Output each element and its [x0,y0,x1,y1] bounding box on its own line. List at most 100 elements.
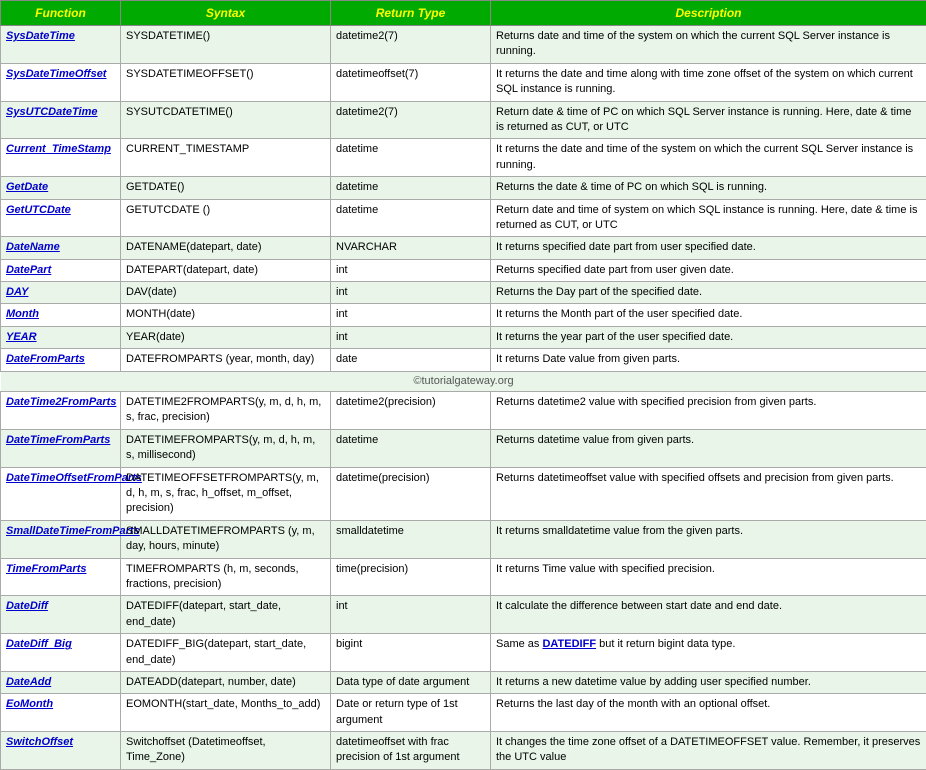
return-type-value: datetime [331,139,491,177]
function-name[interactable]: DateFromParts [1,349,121,371]
header-syntax: Syntax [121,1,331,26]
syntax-value: DAV(date) [121,282,331,304]
syntax-value: EOMONTH(start_date, Months_to_add) [121,694,331,732]
description-value: Returns datetime2 value with specified p… [491,392,926,430]
return-type-value: datetime [331,199,491,237]
function-name[interactable]: SysDateTime [1,26,121,64]
description-value: Returns datetimeoffset value with specif… [491,467,926,520]
table-row: SysDateTimeSYSDATETIME()datetime2(7)Retu… [1,26,926,64]
description-value: Return date and time of system on which … [491,199,926,237]
syntax-value: YEAR(date) [121,326,331,348]
table-row: GetDateGETDATE()datetimeReturns the date… [1,177,926,199]
return-type-value: int [331,596,491,634]
return-type-value: int [331,304,491,326]
function-name[interactable]: GetDate [1,177,121,199]
function-name[interactable]: DateTimeFromParts [1,429,121,467]
header-function: Function [1,1,121,26]
function-name[interactable]: DAY [1,282,121,304]
return-type-value: date [331,349,491,371]
return-type-value: int [331,282,491,304]
function-name[interactable]: Current_TimeStamp [1,139,121,177]
syntax-value: DATEFROMPARTS (year, month, day) [121,349,331,371]
syntax-value: SYSDATETIMEOFFSET() [121,63,331,101]
return-type-value: datetime(precision) [331,467,491,520]
syntax-value: SMALLDATETIMEFROMPARTS (y, m, day, hours… [121,520,331,558]
function-name[interactable]: DatePart [1,259,121,281]
description-value: Return date & time of PC on which SQL Se… [491,101,926,139]
header-return: Return Type [331,1,491,26]
function-name[interactable]: DateTimeOffsetFromParts [1,467,121,520]
syntax-value: TIMEFROMPARTS (h, m, seconds, fractions,… [121,558,331,596]
syntax-value: MONTH(date) [121,304,331,326]
datediff-link[interactable]: DATEDIFF [542,638,596,650]
syntax-value: GETUTCDATE () [121,199,331,237]
syntax-value: SYSUTCDATETIME() [121,101,331,139]
return-type-value: datetimeoffset(7) [331,63,491,101]
function-name[interactable]: SmallDateTimeFromParts [1,520,121,558]
table-row: DateNameDATENAME(datepart, date)NVARCHAR… [1,237,926,259]
watermark: ©tutorialgateway.org [1,371,926,391]
function-name[interactable]: DateName [1,237,121,259]
description-value: Returns the Day part of the specified da… [491,282,926,304]
description-value: It returns specified date part from user… [491,237,926,259]
function-name[interactable]: Month [1,304,121,326]
description-value: It changes the time zone offset of a DAT… [491,732,926,770]
syntax-value: DATETIMEOFFSETFROMPARTS(y, m, d, h, m, s… [121,467,331,520]
description-value: It returns Date value from given parts. [491,349,926,371]
description-value: It returns the Month part of the user sp… [491,304,926,326]
description-value: Returns date and time of the system on w… [491,26,926,64]
description-value: It returns a new datetime value by addin… [491,671,926,693]
table-row: EoMonthEOMONTH(start_date, Months_to_add… [1,694,926,732]
return-type-value: int [331,259,491,281]
function-name[interactable]: EoMonth [1,694,121,732]
function-name[interactable]: DateAdd [1,671,121,693]
header-description: Description [491,1,926,26]
table-row: GetUTCDateGETUTCDATE ()datetimeReturn da… [1,199,926,237]
syntax-value: SYSDATETIME() [121,26,331,64]
return-type-value: int [331,326,491,348]
return-type-value: datetime2(7) [331,26,491,64]
syntax-value: DATEPART(datepart, date) [121,259,331,281]
description-value: It returns the year part of the user spe… [491,326,926,348]
syntax-value: DATEDIFF(datepart, start_date, end_date) [121,596,331,634]
table-row: TimeFromPartsTIMEFROMPARTS (h, m, second… [1,558,926,596]
description-value: It returns the date and time of the syst… [491,139,926,177]
description-value: It returns the date and time along with … [491,63,926,101]
table-row: DateTimeOffsetFromPartsDATETIMEOFFSETFRO… [1,467,926,520]
function-name[interactable]: YEAR [1,326,121,348]
table-row: Current_TimeStampCURRENT_TIMESTAMPdateti… [1,139,926,177]
table-row: DatePartDATEPART(datepart, date)intRetur… [1,259,926,281]
table-row: DateTimeFromPartsDATETIMEFROMPARTS(y, m,… [1,429,926,467]
table-row: DateTime2FromPartsDATETIME2FROMPARTS(y, … [1,392,926,430]
table-row: YEARYEAR(date)intIt returns the year par… [1,326,926,348]
return-type-value: datetime2(7) [331,101,491,139]
syntax-value: DATETIME2FROMPARTS(y, m, d, h, m, s, fra… [121,392,331,430]
function-name[interactable]: SysDateTimeOffset [1,63,121,101]
description-value: Same as DATEDIFF but it return bigint da… [491,634,926,672]
syntax-value: Switchoffset (Datetimeoffset, Time_Zone) [121,732,331,770]
table-row: SysUTCDateTimeSYSUTCDATETIME()datetime2(… [1,101,926,139]
description-value: Returns specified date part from user gi… [491,259,926,281]
function-name[interactable]: DateDiff [1,596,121,634]
function-name[interactable]: DateTime2FromParts [1,392,121,430]
syntax-value: DATETIMEFROMPARTS(y, m, d, h, m, s, mill… [121,429,331,467]
return-type-value: datetime [331,177,491,199]
table-row: DAYDAV(date)intReturns the Day part of t… [1,282,926,304]
function-name[interactable]: TimeFromParts [1,558,121,596]
return-type-value: Data type of date argument [331,671,491,693]
function-name[interactable]: DateDiff_Big [1,634,121,672]
syntax-value: DATEADD(datepart, number, date) [121,671,331,693]
description-value: It calculate the difference between star… [491,596,926,634]
return-type-value: datetimeoffset with frac precision of 1s… [331,732,491,770]
description-value: It returns smalldatetime value from the … [491,520,926,558]
table-row: SwitchOffsetSwitchoffset (Datetimeoffset… [1,732,926,770]
function-name[interactable]: GetUTCDate [1,199,121,237]
description-value: Returns datetime value from given parts. [491,429,926,467]
return-type-value: datetime [331,429,491,467]
description-value: Returns the date & time of PC on which S… [491,177,926,199]
return-type-value: time(precision) [331,558,491,596]
table-row: SmallDateTimeFromPartsSMALLDATETIMEFROMP… [1,520,926,558]
function-name[interactable]: SysUTCDateTime [1,101,121,139]
function-name[interactable]: SwitchOffset [1,732,121,770]
table-row: SysDateTimeOffsetSYSDATETIMEOFFSET()date… [1,63,926,101]
